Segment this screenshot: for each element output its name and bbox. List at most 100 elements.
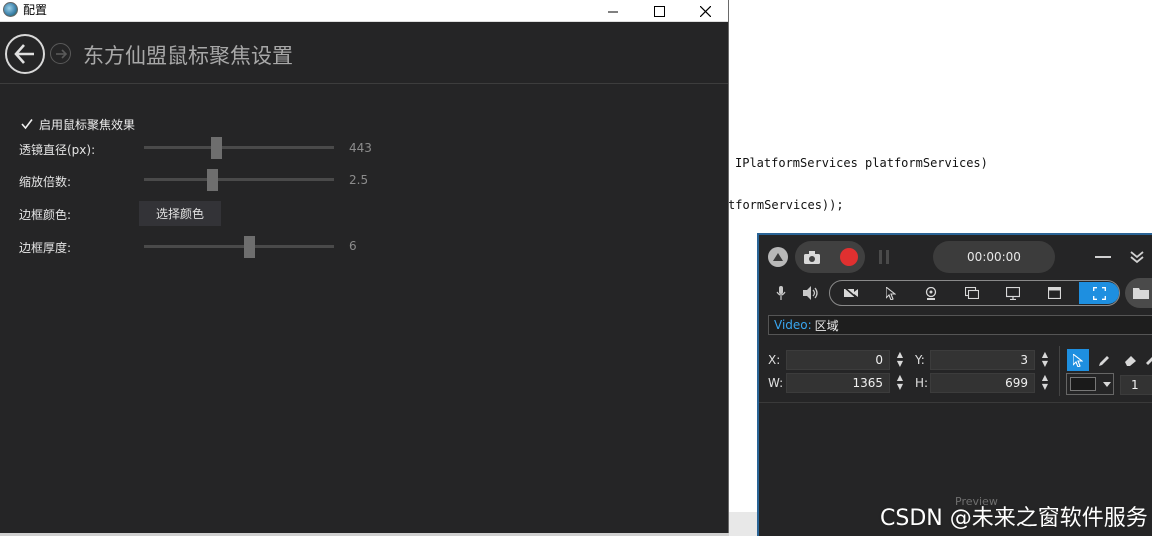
page-header: 东方仙盟鼠标聚焦设置 [0,22,728,84]
y-label: Y: [915,353,925,367]
select-tool-button[interactable] [1067,349,1089,371]
lens-diameter-value: 443 [349,141,372,155]
fullscreen-window-icon [1047,287,1061,299]
region-select-icon [1092,286,1106,300]
record-timer: 00:00:00 [933,241,1055,273]
mode-no-video[interactable] [831,282,871,304]
highlighter-icon [1146,356,1152,365]
pause-button[interactable] [876,248,892,266]
h-label: H: [915,376,929,390]
monitor-icon [1006,286,1020,300]
enable-focus-checkbox[interactable]: 启用鼠标聚焦效果 [20,116,135,132]
recorder-toolbar: 00:00:00 [759,235,1152,279]
border-thickness-slider-track[interactable] [144,245,334,248]
mode-window[interactable] [952,282,992,304]
lens-diameter-slider-track[interactable] [144,146,334,149]
mode-screen[interactable] [993,282,1033,304]
checkmark-icon[interactable] [20,117,34,131]
maximize-icon [653,5,665,17]
arrow-right-icon [55,48,67,59]
forward-button[interactable] [50,43,71,64]
maximize-button[interactable] [636,0,682,22]
video-off-icon [844,287,858,299]
highlighter-tool-button[interactable] [1143,349,1152,371]
watermark: CSDN @未来之窗软件服务 [880,506,1148,531]
zoom-factor-value: 2.5 [349,173,369,187]
minus-icon [1095,255,1111,258]
app-icon [3,2,18,17]
border-thickness-label: 边框厚度: [19,241,72,255]
pencil-icon [1098,355,1109,366]
record-button[interactable] [840,248,858,266]
screenshot-button[interactable] [801,247,823,267]
arrow-left-icon [14,44,34,64]
folder-icon [1133,288,1149,299]
window-title: 配置 [23,3,48,17]
cursor-icon [1073,353,1083,367]
eraser-icon [1124,355,1136,366]
mode-fullscreen[interactable] [1034,282,1074,304]
video-source-display[interactable]: Video: 区域 [768,315,1152,335]
window-icon [965,287,979,299]
height-input[interactable]: 699 [930,373,1035,393]
minimize-recorder-button[interactable] [1095,249,1111,265]
width-spinner[interactable]: ▲ ▼ [894,373,906,393]
enable-focus-label: 启用鼠标聚焦效果 [39,117,136,132]
zoom-factor-slider-thumb[interactable] [207,169,218,191]
color-picker[interactable] [1066,373,1114,395]
border-thickness-slider-thumb[interactable] [244,236,255,258]
lens-diameter-slider-thumb[interactable] [211,137,222,159]
color-swatch [1070,377,1096,391]
triangle-up-icon [773,253,783,261]
camera-icon [804,250,820,264]
border-color-label: 边框颜色: [19,208,72,222]
choose-color-button[interactable]: 选择颜色 [139,201,221,226]
close-icon [699,5,711,17]
speaker-icon [803,286,818,300]
eraser-tool-button[interactable] [1119,349,1141,371]
page-title: 东方仙盟鼠标聚焦设置 [83,44,293,68]
config-window: 配置 东方仙盟鼠标聚焦设置 启用鼠标聚焦效果 透镜直径(px): 443 缩放倍… [0,0,729,534]
height-spinner[interactable]: ▲ ▼ [1039,373,1051,393]
code-line: tformServices)); [728,198,844,212]
double-chevron-down-icon [1130,251,1144,264]
back-button[interactable] [5,34,45,74]
mode-region[interactable] [1079,282,1119,304]
webcam-icon [925,286,937,300]
zoom-factor-slider-track[interactable] [144,178,334,181]
y-input[interactable]: 3 [930,350,1035,370]
y-spinner[interactable]: ▲ ▼ [1039,350,1051,370]
pause-icon [879,250,889,264]
title-bar: 配置 [0,0,728,22]
minimize-icon [607,11,618,12]
x-spinner[interactable]: ▲ ▼ [894,350,906,370]
editor-gutter-strip [728,512,758,536]
cursor-icon [886,286,896,300]
chevron-down-icon [1103,382,1111,387]
open-folder-button[interactable] [1125,278,1152,308]
minimize-button[interactable] [590,0,636,22]
close-button[interactable] [682,0,728,22]
microphone-button[interactable] [773,284,789,302]
mode-cursor[interactable] [871,282,911,304]
preview-divider [759,402,1152,403]
border-thickness-value: 6 [349,239,357,253]
w-label: W: [768,376,784,390]
expand-recorder-button[interactable] [1129,247,1145,267]
microphone-icon [776,286,786,300]
mode-webcam[interactable] [911,282,951,304]
divider [1059,346,1060,396]
lens-diameter-label: 透镜直径(px): [19,143,96,157]
collapse-button[interactable] [768,247,788,267]
screen-recorder-panel: 00:00:00 Video: 区域 X: 0 ▲ ▼ Y: 3 ▲ ▼ W: … [757,233,1152,536]
x-label: X: [768,353,781,367]
x-input[interactable]: 0 [786,350,890,370]
stroke-size-input[interactable]: 1 [1120,375,1152,395]
pen-tool-button[interactable] [1093,349,1115,371]
video-source-value: 区域 [814,318,839,333]
code-line: IPlatformServices platformServices) [735,156,988,170]
zoom-factor-label: 缩放倍数: [19,175,72,189]
speaker-button[interactable] [802,284,820,302]
width-input[interactable]: 1365 [786,373,890,393]
video-source-label: Video: [774,318,812,332]
